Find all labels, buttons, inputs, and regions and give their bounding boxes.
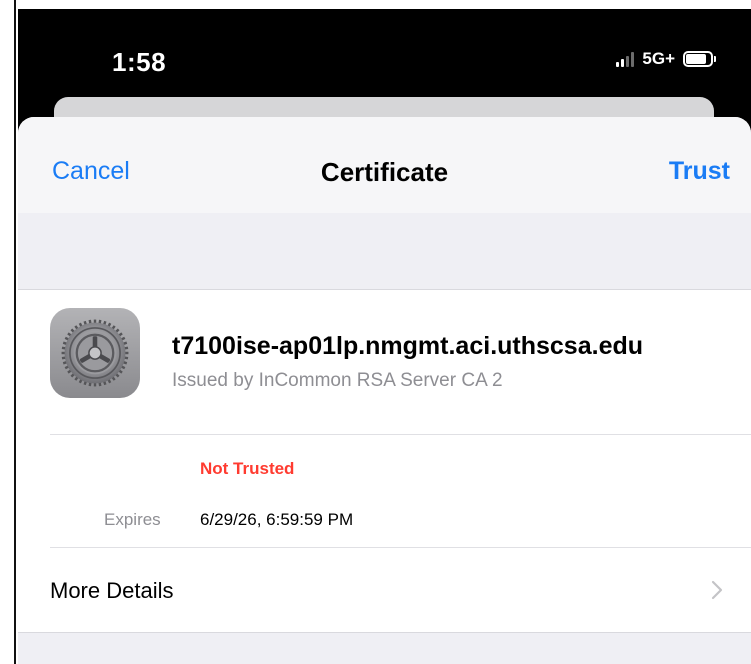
phone-screen: 1:58 5G+ Cancel Certificate Trust t7100i…	[18, 9, 751, 664]
certificate-sheet: Cancel Certificate Trust t7100ise-ap01lp…	[18, 117, 751, 664]
settings-gear-icon	[50, 308, 140, 398]
gear-icon	[61, 319, 129, 387]
certificate-name: t7100ise-ap01lp.nmgmt.aci.uthscsa.edu	[172, 332, 644, 360]
signal-bar	[626, 56, 630, 67]
status-indicators: 5G+	[616, 49, 716, 69]
chevron-right-icon	[711, 580, 723, 600]
more-details-label: More Details	[50, 578, 174, 603]
expires-value: 6/29/26, 6:59:59 PM	[200, 510, 354, 529]
section-spacer	[18, 213, 751, 290]
signal-bar	[616, 62, 620, 67]
signal-bar	[631, 52, 635, 67]
network-type: 5G+	[642, 49, 675, 68]
certificate-issuer: Issued by InCommon RSA Server CA 2	[172, 370, 503, 391]
trust-button[interactable]: Trust	[669, 157, 730, 186]
expires-label: Expires	[104, 510, 161, 529]
more-details-group: More Details	[18, 548, 751, 633]
signal-bar	[621, 59, 625, 67]
navigation-bar: Cancel Certificate Trust	[18, 117, 751, 213]
battery-icon	[683, 51, 716, 67]
battery-level	[686, 54, 706, 64]
bottom-spacer	[18, 633, 751, 664]
status-time: 1:58	[112, 47, 167, 77]
status-bar: 1:58 5G+	[18, 9, 751, 99]
certificate-details: Not Trusted Expires 6/29/26, 6:59:59 PM	[50, 435, 751, 548]
certificate-summary: t7100ise-ap01lp.nmgmt.aci.uthscsa.edu Is…	[50, 290, 751, 435]
screenshot-page: 1:58 5G+ Cancel Certificate Trust t7100i…	[0, 0, 751, 664]
cellular-signal-icon	[616, 51, 635, 67]
certificate-group: t7100ise-ap01lp.nmgmt.aci.uthscsa.edu Is…	[18, 290, 751, 548]
more-details-row[interactable]: More Details	[18, 548, 751, 633]
left-frame-border	[0, 0, 16, 664]
page-title: Certificate	[320, 157, 449, 187]
trust-status-label: Not Trusted	[200, 459, 295, 478]
